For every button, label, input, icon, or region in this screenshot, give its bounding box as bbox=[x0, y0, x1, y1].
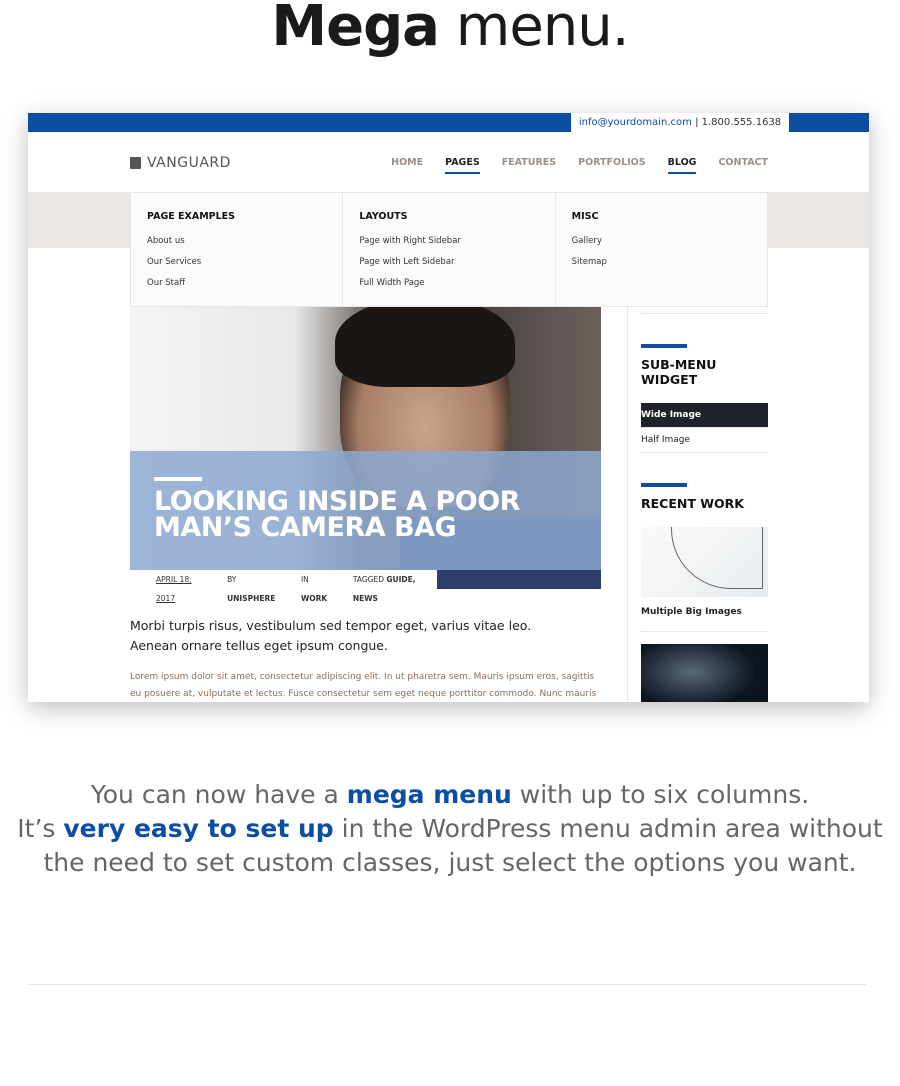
nav-pages[interactable]: PAGES bbox=[445, 157, 480, 174]
post-author[interactable]: UNISPHERE bbox=[227, 594, 275, 603]
recent-work-title: RECENT WORK bbox=[641, 496, 744, 511]
email-link[interactable]: info@yourdomain.com bbox=[579, 117, 692, 128]
divider bbox=[28, 984, 866, 985]
mega-menu-column: PAGE EXAMPLES About us Our Services Our … bbox=[131, 193, 344, 306]
feature-description: You can now have a mega menu with up to … bbox=[17, 780, 883, 877]
sidebar: SUB-MENU WIDGET Wide Image Half Image RE… bbox=[641, 283, 768, 702]
menu-item-about-us[interactable]: About us bbox=[147, 236, 326, 246]
recent-work-thumbnail[interactable] bbox=[641, 644, 768, 702]
contact-info: info@yourdomain.com | 1.800.555.1638 bbox=[571, 113, 789, 132]
post-date[interactable]: APRIL 18, 2017 bbox=[156, 570, 209, 603]
page-title: Mega menu. bbox=[271, 0, 629, 59]
logo[interactable]: VANGUARD bbox=[130, 155, 231, 171]
nav-contact[interactable]: CONTACT bbox=[718, 157, 768, 174]
submenu-widget-title: SUB-MENU WIDGET bbox=[641, 357, 717, 387]
post-lead: Morbi turpis risus, vestibulum sed tempo… bbox=[130, 618, 532, 653]
main-nav: HOME PAGES FEATURES PORTFOLIOS BLOG CONT… bbox=[391, 157, 768, 174]
nav-home[interactable]: HOME bbox=[391, 157, 423, 174]
mega-menu-column: MISC Gallery Sitemap bbox=[556, 193, 767, 306]
nav-blog[interactable]: BLOG bbox=[667, 157, 697, 174]
menu-item-sitemap[interactable]: Sitemap bbox=[572, 257, 751, 267]
menu-item-gallery[interactable]: Gallery bbox=[572, 236, 751, 246]
post-title[interactable]: LOOKING INSIDE A POOR MAN’S CAMERA BAG bbox=[154, 488, 594, 541]
post-body: Lorem ipsum dolor sit amet, consectetur … bbox=[130, 672, 597, 699]
mega-menu-column: LAYOUTS Page with Right Sidebar Page wit… bbox=[343, 193, 556, 306]
menu-item-left-sidebar[interactable]: Page with Left Sidebar bbox=[359, 257, 538, 267]
screenshot-preview: info@yourdomain.com | 1.800.555.1638 VAN… bbox=[28, 113, 869, 702]
post-title-overlay: LOOKING INSIDE A POOR MAN’S CAMERA BAG bbox=[130, 451, 601, 570]
mega-menu: PAGE EXAMPLES About us Our Services Our … bbox=[130, 192, 768, 307]
menu-item-our-services[interactable]: Our Services bbox=[147, 257, 326, 267]
recent-work-thumbnail[interactable] bbox=[641, 527, 768, 597]
nav-features[interactable]: FEATURES bbox=[502, 157, 556, 174]
menu-item-our-staff[interactable]: Our Staff bbox=[147, 278, 326, 288]
logo-icon bbox=[130, 157, 141, 169]
menu-item-full-width[interactable]: Full Width Page bbox=[359, 278, 538, 288]
submenu-item-half-image[interactable]: Half Image bbox=[641, 428, 768, 453]
post-meta: APRIL 18, 2017 BY UNISPHERE IN WORK TAGG… bbox=[130, 570, 437, 603]
recent-work-caption[interactable]: Multiple Big Images bbox=[641, 607, 768, 617]
submenu-item-wide-image[interactable]: Wide Image bbox=[641, 403, 768, 428]
menu-item-right-sidebar[interactable]: Page with Right Sidebar bbox=[359, 236, 538, 246]
nav-portfolios[interactable]: PORTFOLIOS bbox=[578, 157, 645, 174]
post-category[interactable]: WORK bbox=[301, 594, 327, 603]
phone: 1.800.555.1638 bbox=[701, 117, 782, 128]
